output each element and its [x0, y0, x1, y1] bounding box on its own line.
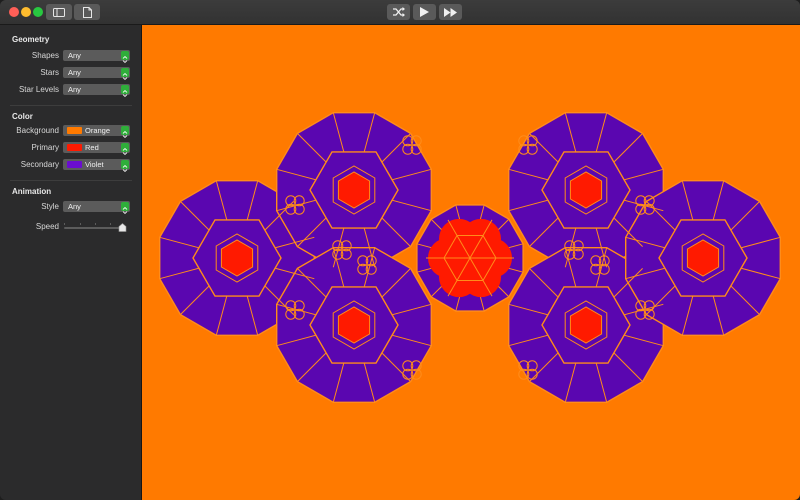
chevron-updown-icon	[121, 202, 129, 215]
sidebar: Geometry Shapes Any Stars Any Star Level…	[0, 25, 142, 500]
fast-forward-icon	[444, 7, 457, 17]
background-value: Orange	[85, 126, 111, 135]
slider-tick	[110, 223, 111, 225]
slider-tick	[95, 223, 96, 225]
app-window: Geometry Shapes Any Stars Any Star Level…	[0, 0, 800, 500]
shapes-label: Shapes	[31, 51, 59, 60]
play-icon	[420, 7, 429, 17]
shapes-popup[interactable]: Any	[63, 50, 130, 64]
star-levels-popup[interactable]: Any	[63, 84, 130, 98]
pattern-canvas[interactable]	[142, 25, 800, 500]
section-divider	[10, 105, 132, 106]
star-levels-label: Star Levels	[18, 85, 59, 94]
secondary-color-popup[interactable]: Violet	[63, 159, 130, 173]
primary-swatch	[67, 144, 82, 151]
chevron-updown-icon	[121, 160, 129, 173]
section-divider	[10, 180, 132, 181]
document-icon	[82, 6, 92, 18]
shapes-value: Any	[68, 51, 81, 60]
shuffle-button[interactable]	[387, 4, 410, 20]
minimize-button[interactable]	[21, 7, 31, 17]
document-button[interactable]	[74, 4, 100, 20]
chevron-updown-icon	[121, 68, 129, 81]
animation-section-title: Animation	[12, 187, 52, 196]
background-label: Background	[16, 126, 59, 135]
stars-popup[interactable]: Any	[63, 67, 130, 81]
speed-slider-track[interactable]	[64, 227, 126, 229]
style-label: Style	[41, 202, 59, 211]
secondary-value: Violet	[85, 160, 104, 169]
title-bar	[0, 0, 800, 25]
stars-value: Any	[68, 68, 81, 77]
primary-value: Red	[85, 143, 99, 152]
geometry-section-title: Geometry	[12, 35, 50, 44]
chevron-updown-icon	[121, 143, 129, 156]
speed-slider-knob[interactable]	[118, 223, 127, 232]
sidebar-icon	[53, 7, 65, 17]
secondary-swatch	[67, 161, 82, 168]
background-color-popup[interactable]: Orange	[63, 125, 130, 139]
zoom-button[interactable]	[33, 7, 43, 17]
slider-tick	[64, 223, 65, 225]
chevron-updown-icon	[121, 126, 129, 139]
secondary-label: Secondary	[20, 160, 59, 169]
background-swatch	[67, 127, 82, 134]
chevron-updown-icon	[121, 51, 129, 64]
slider-tick	[80, 223, 81, 225]
primary-color-popup[interactable]: Red	[63, 142, 130, 156]
stars-label: Stars	[40, 68, 59, 77]
fast-forward-button[interactable]	[439, 4, 462, 20]
style-popup[interactable]: Any	[63, 201, 130, 215]
chevron-updown-icon	[121, 85, 129, 98]
style-value: Any	[68, 202, 81, 211]
color-section-title: Color	[12, 112, 33, 121]
play-button[interactable]	[413, 4, 436, 20]
close-button[interactable]	[9, 7, 19, 17]
primary-label: Primary	[31, 143, 59, 152]
star-levels-value: Any	[68, 85, 81, 94]
speed-label: Speed	[35, 222, 59, 231]
toggle-sidebar-button[interactable]	[46, 4, 72, 20]
shuffle-icon	[392, 7, 405, 17]
